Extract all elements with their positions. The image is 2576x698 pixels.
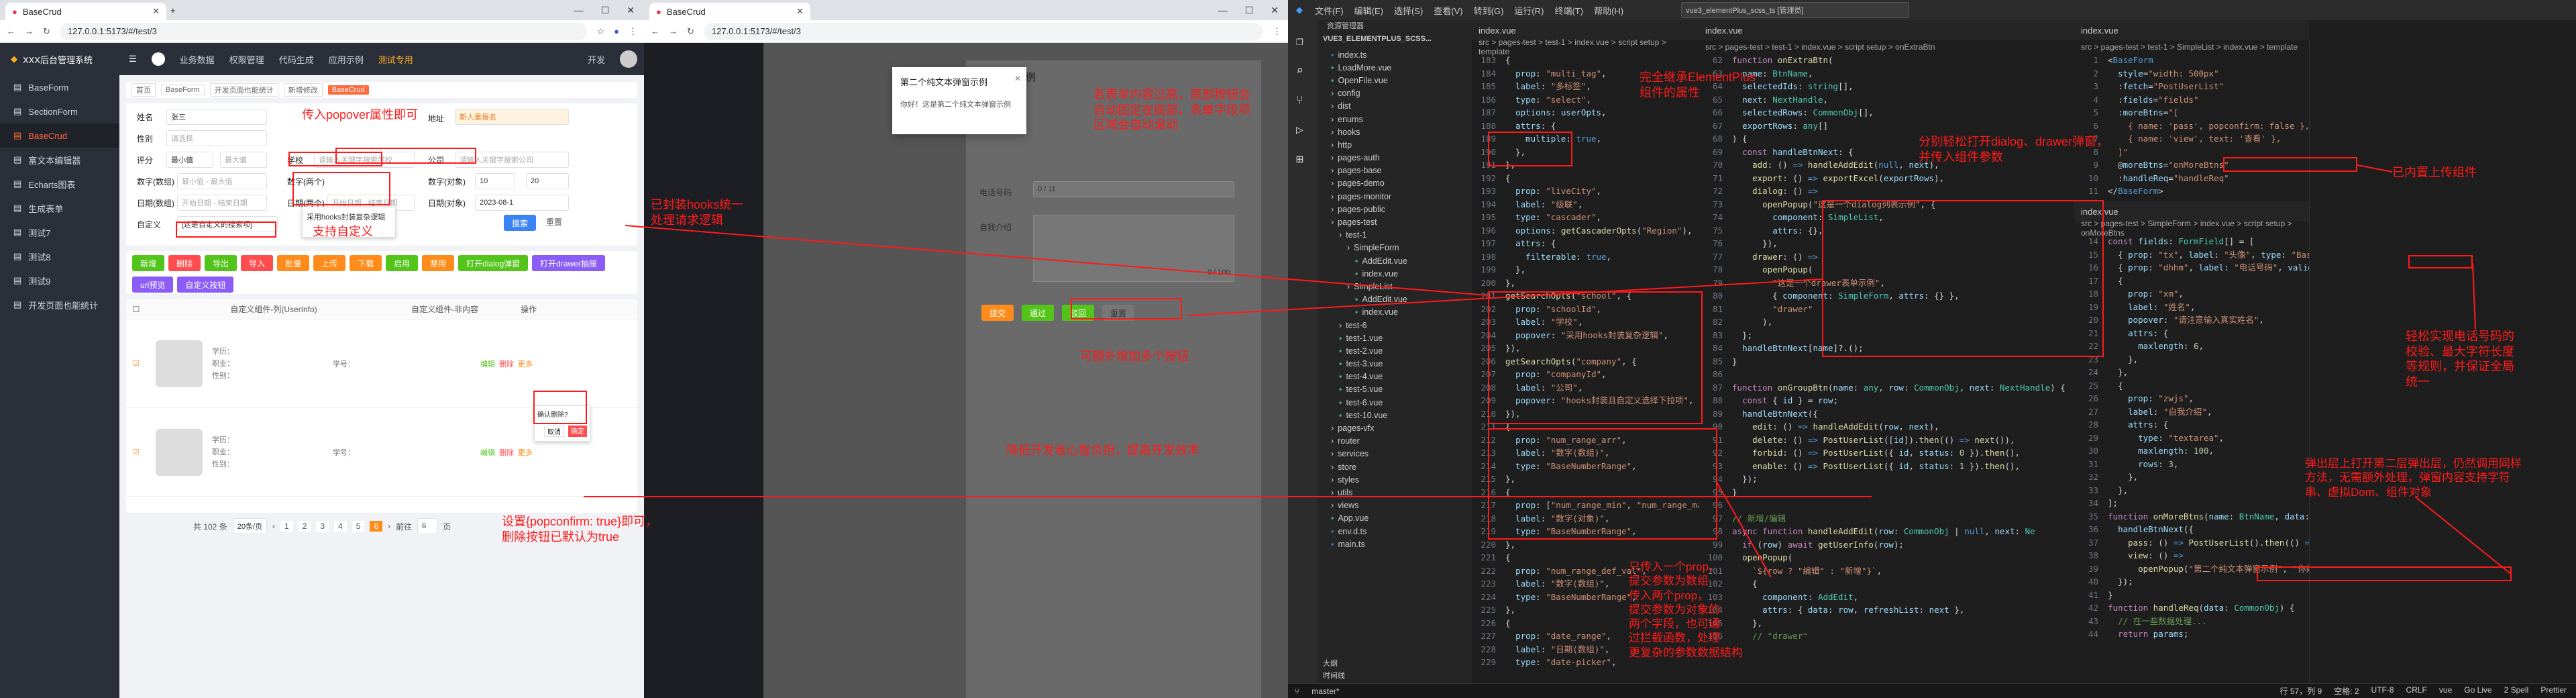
annotation-arrows <box>584 164 2512 578</box>
